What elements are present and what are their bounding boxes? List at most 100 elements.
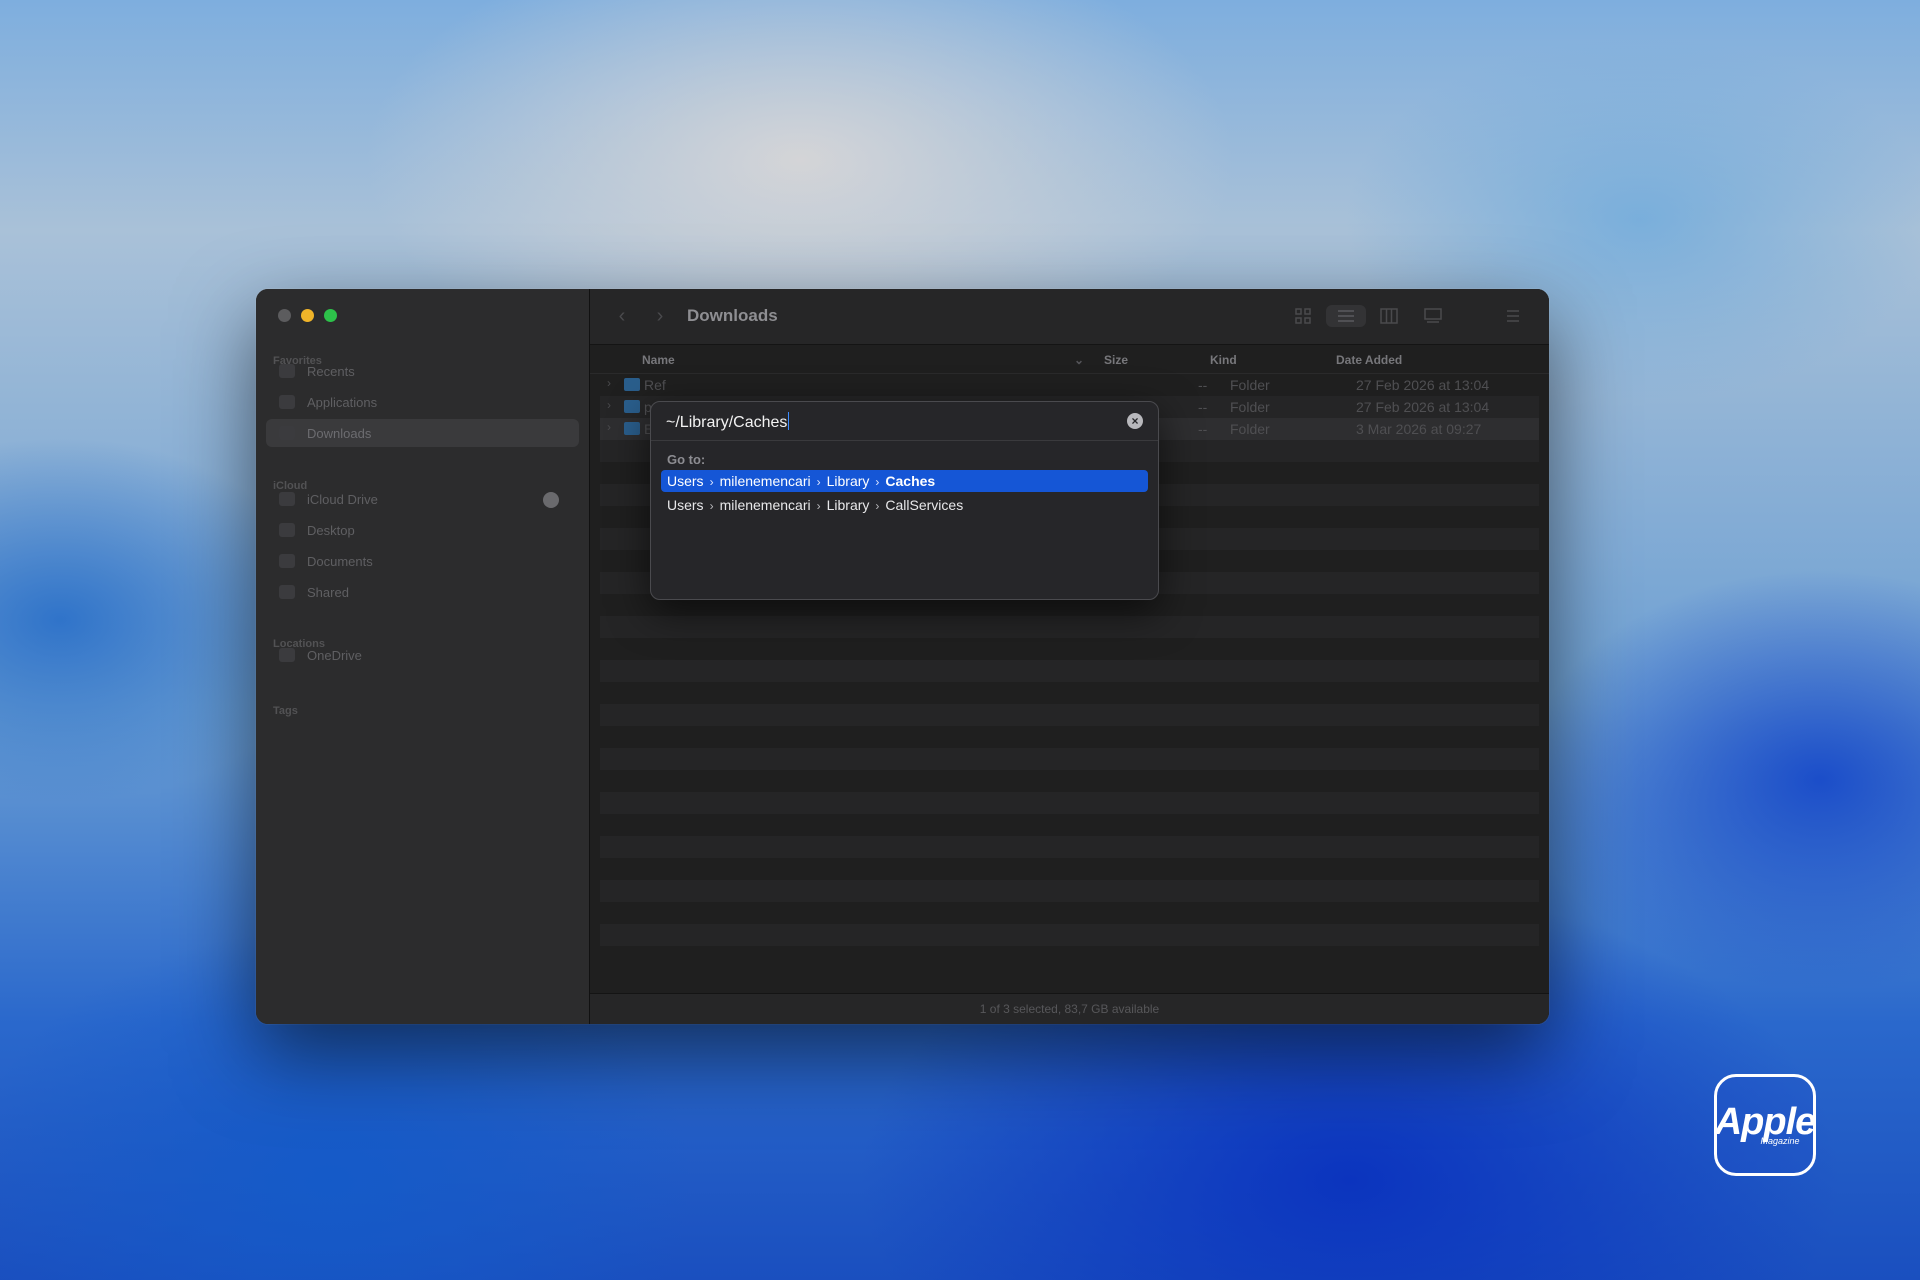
folder-icon bbox=[624, 400, 640, 413]
row-kind: Folder bbox=[1230, 377, 1270, 393]
path-suggestion-selected[interactable]: Users › milenemencari › Library › Caches bbox=[661, 470, 1148, 492]
path-segment: milenemencari bbox=[719, 473, 811, 489]
sidebar-item-label: Downloads bbox=[307, 425, 372, 441]
column-name[interactable]: Name bbox=[642, 353, 675, 367]
columns-icon bbox=[1380, 308, 1398, 324]
path-target: Caches bbox=[885, 473, 936, 489]
table-row-empty bbox=[600, 858, 1539, 880]
table-row-empty bbox=[600, 638, 1539, 660]
window-title: Downloads bbox=[687, 306, 778, 325]
path-target: CallServices bbox=[885, 497, 964, 513]
table-row-empty bbox=[600, 748, 1539, 770]
disclosure-triangle-icon[interactable]: › bbox=[607, 376, 611, 390]
document-icon bbox=[279, 554, 295, 568]
grid-icon bbox=[1295, 308, 1311, 324]
logo-sub-text: Magazine bbox=[1760, 1136, 1800, 1146]
icon-view-button[interactable] bbox=[1292, 305, 1314, 327]
sidebar-item-documents[interactable]: Documents bbox=[266, 547, 579, 575]
path-segment: Library bbox=[826, 497, 870, 513]
close-button[interactable] bbox=[278, 309, 291, 322]
path-suggestion[interactable]: Users › milenemencari › Library › CallServices bbox=[661, 494, 1148, 516]
sidebar-item-label: Desktop bbox=[307, 522, 355, 538]
group-button[interactable] bbox=[1504, 305, 1526, 327]
row-size: -- bbox=[1198, 421, 1208, 437]
sidebar-item-label: Documents bbox=[307, 553, 373, 569]
sidebar-item-recents[interactable]: Recents bbox=[266, 357, 579, 385]
path-input[interactable]: ~/Library/Caches bbox=[666, 412, 1108, 434]
chevron-right-icon: › bbox=[875, 499, 880, 513]
row-kind: Folder bbox=[1230, 421, 1270, 437]
chevron-right-icon: › bbox=[816, 475, 821, 489]
row-date-added: 27 Feb 2026 at 13:04 bbox=[1356, 399, 1490, 415]
disclosure-triangle-icon[interactable]: › bbox=[607, 398, 611, 412]
apple-magazine-logo: Apple Magazine bbox=[1714, 1074, 1816, 1176]
group-icon bbox=[1507, 310, 1519, 322]
table-row-empty bbox=[600, 814, 1539, 836]
sidebar-item-onedrive[interactable]: OneDrive bbox=[266, 641, 579, 669]
shared-folder-icon bbox=[279, 585, 295, 599]
column-kind[interactable]: Kind bbox=[1210, 353, 1237, 367]
content-area: ‹ › Downloads Name ⌄ Size Kind Date Adde… bbox=[590, 289, 1549, 1024]
sidebar-item-label: OneDrive bbox=[307, 647, 362, 663]
applications-icon bbox=[279, 395, 295, 409]
cloud-icon bbox=[279, 648, 295, 662]
column-view-button[interactable] bbox=[1378, 305, 1400, 327]
table-row-empty bbox=[600, 726, 1539, 748]
table-row-empty bbox=[600, 616, 1539, 638]
logo-brand-text: Apple bbox=[1714, 1101, 1817, 1143]
row-kind: Folder bbox=[1230, 399, 1270, 415]
path-input-value: ~/Library/Caches bbox=[666, 414, 788, 431]
gallery-view-button[interactable] bbox=[1422, 305, 1444, 327]
table-row-empty bbox=[600, 836, 1539, 858]
status-bar: 1 of 3 selected, 83,7 GB available bbox=[590, 993, 1549, 1024]
row-size: -- bbox=[1198, 377, 1208, 393]
path-segment: Library bbox=[826, 473, 870, 489]
row-date-added: 3 Mar 2026 at 09:27 bbox=[1356, 421, 1482, 437]
go-to-folder-dialog: ~/Library/Caches × Go to: Users › mileneme… bbox=[650, 401, 1159, 600]
list-icon bbox=[1338, 310, 1354, 322]
sidebar-item-shared[interactable]: Shared bbox=[266, 578, 579, 606]
sidebar-item-applications[interactable]: Applications bbox=[266, 388, 579, 416]
clear-icon[interactable]: × bbox=[1127, 413, 1143, 429]
gallery-icon bbox=[1424, 308, 1442, 323]
desktop-icon bbox=[279, 523, 295, 537]
sidebar-item-desktop[interactable]: Desktop bbox=[266, 516, 579, 544]
download-icon bbox=[279, 426, 295, 440]
finder-window: Favorites Recents Applications Downloads… bbox=[256, 289, 1549, 1024]
table-row-empty bbox=[600, 902, 1539, 924]
table-row-empty bbox=[600, 924, 1539, 946]
table-row-empty bbox=[600, 770, 1539, 792]
table-row-empty bbox=[600, 704, 1539, 726]
sidebar-section-tags: Tags bbox=[273, 705, 298, 717]
table-row-empty bbox=[600, 880, 1539, 902]
folder-icon bbox=[624, 378, 640, 391]
chevron-right-icon: › bbox=[816, 499, 821, 513]
minimize-button[interactable] bbox=[301, 309, 314, 322]
toolbar: ‹ › Downloads bbox=[590, 289, 1549, 345]
column-header: Name ⌄ Size Kind Date Added bbox=[590, 345, 1549, 374]
back-button[interactable]: ‹ bbox=[612, 305, 632, 327]
clock-icon bbox=[279, 364, 295, 378]
sidebar-item-label: Applications bbox=[307, 394, 378, 410]
column-size[interactable]: Size bbox=[1104, 353, 1128, 367]
sort-chevron-icon[interactable]: ⌄ bbox=[1074, 353, 1084, 367]
sidebar-item-label: iCloud Drive bbox=[307, 491, 378, 507]
path-segment: Users bbox=[667, 497, 704, 513]
sidebar-item-label: Recents bbox=[307, 363, 355, 379]
sidebar-item-downloads[interactable]: Downloads bbox=[266, 419, 579, 447]
chevron-right-icon: › bbox=[709, 499, 714, 513]
sync-status-icon bbox=[543, 492, 559, 508]
forward-button[interactable]: › bbox=[650, 305, 670, 327]
table-row[interactable]: › Ref -- Folder 27 Feb 2026 at 13:04 bbox=[600, 374, 1539, 396]
column-date-added[interactable]: Date Added bbox=[1336, 353, 1402, 367]
row-size: -- bbox=[1198, 399, 1208, 415]
table-row-empty bbox=[600, 660, 1539, 682]
maximize-button[interactable] bbox=[324, 309, 337, 322]
folder-icon bbox=[624, 422, 640, 435]
disclosure-triangle-icon[interactable]: › bbox=[607, 420, 611, 434]
sidebar: Favorites Recents Applications Downloads… bbox=[256, 289, 590, 1024]
sidebar-item-icloud-drive[interactable]: iCloud Drive bbox=[266, 485, 579, 513]
text-caret bbox=[788, 412, 790, 430]
row-date-added: 27 Feb 2026 at 13:04 bbox=[1356, 377, 1490, 393]
list-view-button[interactable] bbox=[1326, 305, 1366, 327]
